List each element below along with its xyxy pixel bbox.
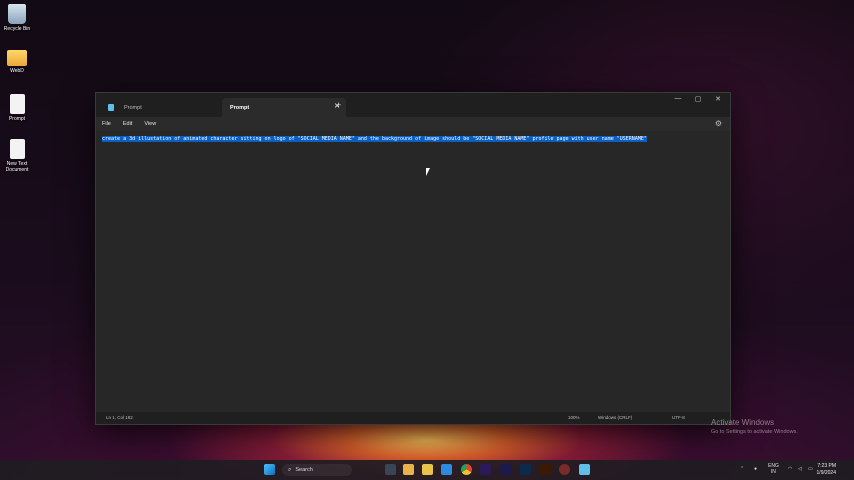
text-editor[interactable]: create a 3d illustation of animated char…	[96, 131, 730, 412]
premiere-icon[interactable]	[480, 464, 491, 475]
date: 1/9/2024	[816, 470, 836, 476]
tab-prompt-2[interactable]: Prompt ✕	[222, 98, 346, 117]
menu-view[interactable]: View	[144, 121, 156, 127]
title-bar[interactable]: Prompt Prompt ✕ + — ▢ ✕	[96, 93, 730, 117]
tab-prompt-1[interactable]: Prompt	[100, 98, 224, 117]
start-button[interactable]	[264, 464, 275, 475]
search-icon: ⌕	[288, 466, 292, 473]
microphone-icon[interactable]: ●	[754, 466, 757, 472]
browser-icon[interactable]	[559, 464, 570, 475]
language-indicator[interactable]: ENG IN	[768, 463, 779, 475]
volume-icon[interactable]: ◁	[798, 466, 802, 472]
explorer-icon[interactable]	[403, 464, 414, 475]
desktop-icon-webd[interactable]: WebD	[0, 50, 34, 74]
chrome-icon[interactable]	[461, 464, 472, 475]
chevron-up-icon[interactable]: ⌃	[740, 466, 744, 472]
desktop-icon-new-text-document[interactable]: New Text Document	[0, 139, 34, 173]
tab-label: Prompt	[230, 104, 250, 111]
activate-windows-watermark: Activate Windows Go to Settings to activ…	[711, 418, 798, 435]
close-window-button[interactable]: ✕	[708, 95, 728, 103]
taskbar: ⌕ Search ⌃ ● ENG IN ◠ ◁ ▭ 7:23 PM 1/9/20…	[0, 460, 854, 480]
selected-text: create a 3d illustation of animated char…	[102, 136, 647, 142]
status-bar: Ln 1, Col 182 100% Windows (CRLF) UTF-8	[96, 412, 730, 424]
notepad-window: Prompt Prompt ✕ + — ▢ ✕ File Edit View ⚙…	[95, 92, 731, 425]
text-document-icon	[9, 94, 25, 114]
search-label: Search	[295, 467, 313, 473]
desktop-icon-label: New Text Document	[5, 161, 29, 173]
desktop-icon-label: Prompt	[8, 116, 26, 122]
watermark-subtitle: Go to Settings to activate Windows.	[711, 429, 798, 435]
new-tab-button[interactable]: +	[336, 100, 341, 110]
photoshop-icon[interactable]	[520, 464, 531, 475]
recycle-bin-icon	[8, 4, 26, 24]
line-ending[interactable]: Windows (CRLF)	[598, 415, 632, 420]
desktop-icon-label: Recycle Bin	[3, 26, 31, 32]
clock[interactable]: 7:23 PM 1/9/2024	[817, 463, 836, 477]
notepad-icon[interactable]	[579, 464, 590, 475]
minimize-button[interactable]: —	[668, 95, 688, 102]
maximize-button[interactable]: ▢	[688, 95, 708, 103]
language-line-2: IN	[770, 469, 776, 475]
battery-icon[interactable]: ▭	[808, 466, 813, 472]
text-document-icon	[9, 139, 25, 159]
desktop-icon-recycle-bin[interactable]: Recycle Bin	[0, 4, 34, 32]
encoding[interactable]: UTF-8	[672, 415, 685, 420]
store-icon[interactable]	[422, 464, 433, 475]
zoom-level[interactable]: 100%	[568, 415, 580, 420]
menu-bar: File Edit View ⚙	[96, 117, 730, 131]
folder-icon	[7, 50, 27, 66]
files-icon[interactable]	[385, 464, 396, 475]
tab-label: Prompt	[124, 104, 142, 111]
cursor-position: Ln 1, Col 182	[106, 415, 133, 420]
vscode-icon[interactable]	[441, 464, 452, 475]
time: 7:23 PM	[817, 463, 836, 469]
illustrator-icon[interactable]	[540, 464, 551, 475]
settings-gear-icon[interactable]: ⚙	[715, 119, 722, 128]
editor-content: create a 3d illustation of animated char…	[102, 135, 724, 143]
taskbar-search[interactable]: ⌕ Search	[282, 464, 352, 476]
mouse-pointer-icon	[426, 168, 430, 176]
watermark-title: Activate Windows	[711, 418, 775, 427]
notepad-icon	[108, 104, 114, 111]
menu-file[interactable]: File	[102, 121, 111, 127]
aftereffects-icon[interactable]	[500, 464, 511, 475]
desktop-icon-prompt[interactable]: Prompt	[0, 94, 34, 122]
desktop-icon-label: WebD	[10, 68, 24, 74]
wifi-icon[interactable]: ◠	[788, 466, 792, 472]
menu-edit[interactable]: Edit	[123, 121, 132, 127]
